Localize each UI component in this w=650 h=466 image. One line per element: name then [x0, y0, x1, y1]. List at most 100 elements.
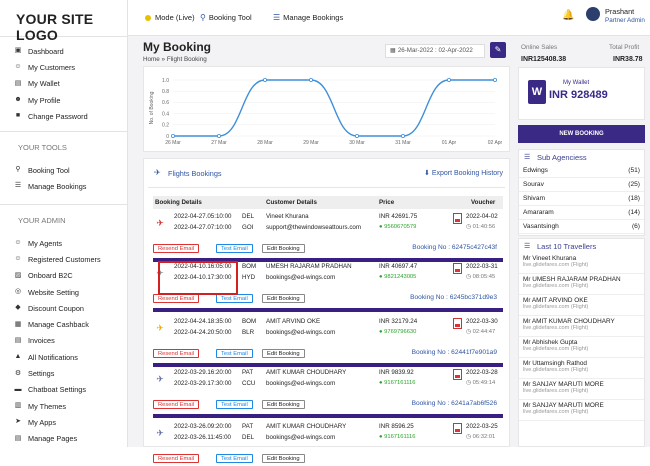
wallet-logo-icon: W [528, 80, 546, 104]
sidebar-item-registered-customers[interactable]: ☺ Registered Customers [0, 251, 127, 267]
resend-email-button[interactable]: Resend Email [153, 400, 200, 409]
price-value: INR 9839.92 [379, 369, 414, 376]
traveller-item[interactable]: Mr UMESH RAJARAM PRADHAN live.glidefares.… [519, 274, 644, 295]
test-email-button[interactable]: Test Email [216, 294, 253, 303]
booking-tool-link[interactable]: ⚲ Booking Tool [200, 13, 252, 22]
sidebar-item-website-setting[interactable]: ◎ Website Setting [0, 284, 127, 300]
sidebar-item-booking-tool[interactable]: ⚲ Booking Tool [0, 162, 127, 178]
sub-agency-item[interactable]: Vasantsingh (6) [519, 220, 644, 234]
resend-email-button[interactable]: Resend Email [153, 294, 200, 303]
edit-booking-button[interactable]: Edit Booking [262, 400, 305, 409]
sidebar-item-manage-bookings[interactable]: ☰ Manage Bookings [0, 178, 127, 194]
sub-agency-item[interactable]: Edwings (51) [519, 164, 644, 178]
customer-email[interactable]: bookings@ed-wings.com [266, 380, 335, 387]
sidebar-item-my-profile[interactable]: ☻ My Profile [0, 92, 127, 108]
traveller-item[interactable]: Mr Uttamsingh Rathod live.glidefares.com … [519, 358, 644, 379]
data-point[interactable] [354, 134, 359, 139]
bell-icon[interactable]: 🔔 [562, 10, 574, 21]
customer-email[interactable]: bookings@ed-wings.com [266, 434, 335, 441]
resend-email-button[interactable]: Resend Email [153, 454, 200, 463]
data-point[interactable] [492, 77, 497, 82]
booking-number-prefix: Booking No : [411, 400, 452, 407]
sidebar-item-manage-pages[interactable]: ▤ Manage Pages [0, 431, 127, 447]
pdf-voucher-icon[interactable] [453, 213, 462, 224]
price-value: INR 32179.24 [379, 318, 418, 325]
sidebar-item-invoices[interactable]: ▤ Invoices [0, 333, 127, 349]
customer-phone[interactable]: ● 9167161116 [379, 380, 416, 386]
traveller-item[interactable]: Mr SANJAY MARUTI MORE live.glidefares.com… [519, 400, 644, 421]
sub-agency-item[interactable]: Sourav (25) [519, 178, 644, 192]
sidebar-item-manage-cashback[interactable]: ▦ Manage Cashback [0, 316, 127, 332]
data-point[interactable] [446, 77, 451, 82]
data-point[interactable] [308, 77, 313, 82]
customer-email[interactable]: bookings@ed-wings.com [266, 329, 335, 336]
clock-icon: ◷ [466, 434, 473, 440]
sidebar-item-label: All Notifications [28, 352, 78, 362]
breadcrumb-home[interactable]: Home [143, 56, 160, 63]
sidebar-item-my-agents[interactable]: ☺ My Agents [0, 235, 127, 251]
data-point[interactable] [400, 134, 405, 139]
wallet-card[interactable]: W My Wallet INR 928489 [518, 67, 645, 120]
sidebar-item-discount-coupon[interactable]: ◆ Discount Coupon [0, 300, 127, 316]
edit-booking-button[interactable]: Edit Booking [262, 244, 305, 253]
sidebar-item-dashboard[interactable]: ▣ Dashboard [0, 43, 127, 59]
test-email-button[interactable]: Test Email [216, 244, 253, 253]
booking-number-prefix: Booking No : [411, 349, 452, 356]
mode-toggle[interactable]: Mode (Live) [145, 13, 195, 22]
customer-phone[interactable]: ● 9769796630 [379, 329, 416, 335]
traveller-name: Mr AMIT KUMAR CHOUDHARY [523, 318, 615, 325]
edit-booking-button[interactable]: Edit Booking [262, 294, 305, 303]
sub-agency-item[interactable]: Amararam (14) [519, 206, 644, 220]
sidebar-item-my-apps[interactable]: ➤ My Apps [0, 414, 127, 430]
edit-booking-button[interactable]: Edit Booking [262, 454, 305, 463]
x-tick-label: 28 Mar [257, 140, 273, 146]
export-history-link[interactable]: ⬇ Export Booking History [424, 169, 503, 177]
edit-date-button[interactable]: ✎ [490, 42, 506, 58]
resend-email-button[interactable]: Resend Email [153, 349, 200, 358]
site-logo[interactable]: YOUR SITE LOGO [0, 0, 127, 43]
test-email-button[interactable]: Test Email [216, 454, 253, 463]
traveller-item[interactable]: Mr Vineet Khurana live.glidefares.com (Fl… [519, 253, 644, 274]
date-range-picker[interactable]: ▦ 26-Mar-2022 : 02-Apr-2022 [385, 44, 485, 58]
customer-phone[interactable]: ● 9560670579 [379, 224, 416, 230]
test-email-button[interactable]: Test Email [216, 349, 253, 358]
sidebar-item-my-wallet[interactable]: ▤ My Wallet [0, 76, 127, 92]
sub-agency-name: Edwings [523, 167, 548, 174]
traveller-item[interactable]: Mr AMIT ARVIND OKE live.glidefares.com (F… [519, 295, 644, 316]
sidebar-item-chatboat-settings[interactable]: ▬ Chatboat Settings [0, 382, 127, 398]
sidebar-item-my-themes[interactable]: ▥ My Themes [0, 398, 127, 414]
pdf-voucher-icon[interactable] [453, 369, 462, 380]
data-point[interactable] [170, 134, 175, 139]
booking-number[interactable]: Booking No : 62441f7e901a9 [412, 349, 497, 356]
sidebar-item-onboard-b2c[interactable]: ▨ Onboard B2C [0, 268, 127, 284]
booking-number[interactable]: Booking No : 6245bc371d9e3 [410, 294, 497, 301]
customer-email[interactable]: support@thewindowseattours.com [266, 224, 361, 231]
traveller-item[interactable]: Mr AMIT KUMAR CHOUDHARY live.glidefares.c… [519, 316, 644, 337]
sidebar-item-label: My Agents [28, 238, 63, 248]
booking-row: ✈ 2022-04-24.18:35:00 2022-04-24.20:50:00 B… [148, 316, 505, 344]
sub-agency-item[interactable]: Shivam (18) [519, 192, 644, 206]
sidebar-item-change-password[interactable]: ■ Change Password [0, 108, 127, 124]
traveller-item[interactable]: Mr SANJAY MARUTI MORE live.glidefares.com… [519, 379, 644, 400]
data-point[interactable] [217, 134, 222, 139]
customer-phone[interactable]: ● 9821243005 [379, 274, 416, 280]
manage-bookings-link[interactable]: ☰ Manage Bookings [273, 13, 343, 22]
user-name[interactable]: Prashant [605, 7, 634, 16]
pdf-voucher-icon[interactable] [453, 263, 462, 274]
data-point[interactable] [263, 77, 268, 82]
sidebar-item-my-customers[interactable]: ☺ My Customers [0, 59, 127, 75]
pdf-voucher-icon[interactable] [453, 318, 462, 329]
sidebar-item-all-notifications[interactable]: ▲ All Notifications [0, 349, 127, 365]
traveller-item[interactable]: Mr Abhishek Gupta live.glidefares.com (Fl… [519, 337, 644, 358]
resend-email-button[interactable]: Resend Email [153, 244, 200, 253]
edit-booking-button[interactable]: Edit Booking [262, 349, 305, 358]
booking-number[interactable]: Booking No : 62475c427c43f [412, 244, 497, 251]
avatar[interactable] [586, 7, 600, 21]
new-booking-button[interactable]: NEW BOOKING [518, 125, 645, 143]
sidebar-item-settings[interactable]: ⚙ Settings [0, 365, 127, 381]
customer-phone[interactable]: ● 9167161116 [379, 434, 416, 440]
test-email-button[interactable]: Test Email [216, 400, 253, 409]
customer-email[interactable]: bookings@ed-wings.com [266, 274, 335, 281]
booking-number[interactable]: Booking No : 6241a7ab6f526 [412, 400, 497, 407]
pdf-voucher-icon[interactable] [453, 423, 462, 434]
